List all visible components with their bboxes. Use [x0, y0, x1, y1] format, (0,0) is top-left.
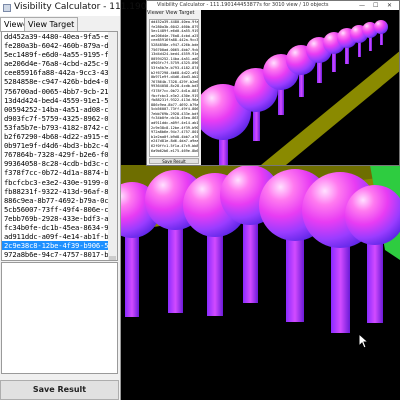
visibility-calculator-window: Visibility Calculator - 111.190144453877… — [0, 0, 214, 400]
result-text-area[interactable] — [1, 262, 118, 374]
close-icon[interactable]: ✕ — [387, 2, 392, 9]
tree-trunk — [367, 233, 383, 323]
inset-list-item[interactable]: ad911ddc-a09f-4e14-ab1f-be2f45f — [150, 121, 198, 126]
minimize-icon[interactable]: — — [359, 2, 365, 9]
inset-title-bar: Visibility Calculator - 111.190144453877… — [147, 1, 399, 10]
list-item[interactable]: 7ebb769b-2928-433e-bdf3-a5b726 — [2, 214, 110, 223]
list-item[interactable]: cee85916fa88-442a-9cc3-43f9b — [2, 68, 110, 77]
list-item[interactable]: 5ec1489f-e6d0-4a55-9195-f49eb — [2, 50, 110, 59]
title-bar: Visibility Calculator - 111.190144453877… — [0, 0, 214, 16]
inset-list-rows: dd452a39-4480-40ea-9fa5-ee99c6fe280a3b-6… — [150, 20, 198, 153]
list-item[interactable]: 00594252-14ba-4a51-ad08-ca793 — [2, 105, 110, 114]
tree-trunk — [167, 218, 183, 313]
list-item[interactable]: fbcfcbc3-e3e2-430e-9199-0eb2e7 — [2, 178, 110, 187]
list-item[interactable]: 886c9ea-8b77-4692-b79a-0c8e9 — [2, 196, 110, 205]
inset-window-screenshot: Visibility Calculator - 111.190144453877… — [146, 0, 400, 166]
list-item[interactable]: 756700ad-0065-4bb7-9cb-2169ca4 — [2, 87, 110, 96]
inset-list-item[interactable]: f378f7cc-0b72-4d1a-8874-be4426 — [150, 89, 198, 94]
tree-crown — [345, 185, 400, 245]
list-item[interactable]: 53fa5b7e-b793-4182-8742-ca499f — [2, 123, 110, 132]
tree-trunk — [242, 213, 258, 303]
maximize-icon[interactable]: ☐ — [373, 2, 378, 9]
list-item[interactable]: fb88231f-9322-413d-96af-8db7e2 — [2, 187, 110, 196]
list-item[interactable]: 2c9e38c8-12be-4f39-b906-5cd509 — [2, 241, 110, 251]
save-result-button[interactable]: Save Result — [0, 380, 119, 400]
inset-tabs[interactable]: Viewer View Target — [147, 10, 195, 16]
inset-save-result-button[interactable]: Save Result — [149, 158, 199, 164]
list-item[interactable]: ad911ddc-a09f-4e14-ab1f-be2f45f — [2, 232, 110, 241]
list-item[interactable]: fe280a3b-6042-460b-879a-dbc3a4 — [2, 41, 110, 50]
tree-trunk — [207, 224, 223, 317]
inset-window-title: Visibility Calculator - 111.190144453877… — [157, 2, 329, 8]
inset-list-item[interactable]: 62f0ffc1-5f1a-47c9-bb81-72c6075 — [150, 144, 198, 149]
list-item[interactable]: 972a8b6e-94c7-4757-8017-b3be6 — [2, 250, 110, 259]
inset-3d-viewport[interactable] — [201, 10, 399, 165]
tree-trunk — [125, 226, 139, 317]
window-icon — [3, 4, 11, 12]
inset-list-item[interactable]: 5284858e-c947-426b-bde4-0d752 — [150, 43, 198, 48]
object-id-listbox[interactable]: dd452a39-4480-40ea-9fa5-ee99c6fe280a3b-6… — [1, 31, 118, 261]
tree-crown — [374, 20, 388, 34]
list-item[interactable]: b2f67290-4b68-4d22-a915-e381ec — [2, 132, 110, 141]
tab-strip: Viewer View Target — [0, 17, 120, 32]
list-item[interactable]: ae206d4e-76a8-4cbd-a25c-90089 — [2, 59, 110, 68]
mouse-pointer-icon — [358, 333, 370, 349]
list-item[interactable]: f378f7cc-0b72-4d1a-8874-be4426 — [2, 168, 110, 177]
inset-list-item[interactable]: dd452a39-4480-40ea-9fa5-ee99c6 — [150, 20, 198, 25]
list-item[interactable]: 767864b-7328-429f-b2e6-f0c8d4 — [2, 150, 110, 159]
tab-view-target[interactable]: View Target — [24, 17, 79, 31]
list-item[interactable]: 5284858e-c947-426b-bde4-0d752 — [2, 77, 110, 86]
inset-list-item[interactable]: 6a9b62b6-e175-469e-8b6a6e7dd — [150, 149, 198, 154]
inset-list-item[interactable]: 53fa5b7e-b793-4182-8742-ca499f — [150, 66, 198, 71]
list-item[interactable]: 99364058-8c28-4cdb-bd3c-c0653 — [2, 159, 110, 168]
list-item[interactable]: b1e2aa0f-b9d8-4bb7-a76b-187dd — [2, 259, 110, 260]
list-item[interactable]: d903fc7f-5759-4325-8962-0dc73d — [2, 114, 110, 123]
inset-listbox[interactable]: dd452a39-4480-40ea-9fa5-ee99c6fe280a3b-6… — [149, 19, 199, 157]
list-item[interactable]: 5cb56007-73ff-49f4-806e-c425b4e — [2, 205, 110, 214]
list-item[interactable]: dd452a39-4480-40ea-9fa5-ee99c6 — [2, 32, 110, 41]
vertical-scrollbar[interactable] — [108, 32, 117, 260]
inset-list-item[interactable]: fb88231f-9322-413d-96af-8db7e2 — [150, 98, 198, 103]
list-item[interactable]: fc34b0fe-dc1b-45ea-8634-9b867b — [2, 223, 110, 232]
list-item[interactable]: 0b971e9f-d4d6-4bd3-bb2c-4cae5e — [2, 141, 110, 150]
list-item[interactable]: 13d4d424-bed4-4559-91e1-527b9 — [2, 96, 110, 105]
list-rows: dd452a39-4480-40ea-9fa5-ee99c6fe280a3b-6… — [2, 32, 117, 260]
inset-side-panel: Viewer View Target dd452a39-4480-40ea-9f… — [147, 10, 201, 165]
